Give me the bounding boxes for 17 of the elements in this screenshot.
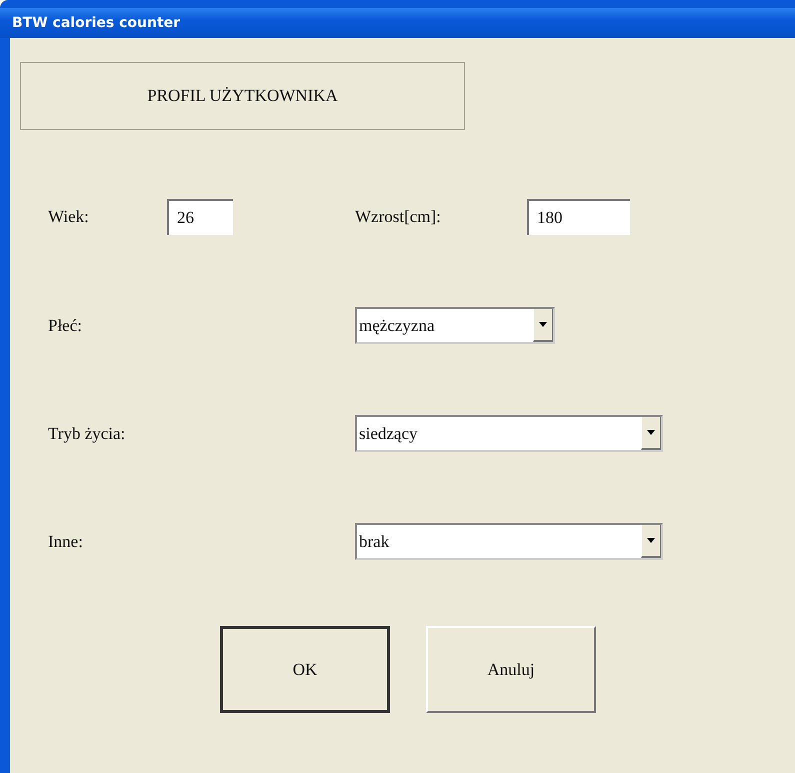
dropdown-arrow-icon xyxy=(647,538,655,543)
dropdown-arrow-icon xyxy=(539,322,547,327)
field-label: Inne: xyxy=(48,532,84,552)
field-label: Tryb życia: xyxy=(48,424,126,444)
dropdown-arrow-icon xyxy=(647,430,655,435)
field-label: Wiek: xyxy=(48,207,90,227)
section-header: PROFIL UŻYTKOWNIKA xyxy=(20,62,465,130)
dialog-button[interactable]: OK xyxy=(220,626,390,713)
field-label: Wzrost[cm]: xyxy=(355,207,442,227)
dialog-button[interactable]: Anuluj xyxy=(426,626,596,713)
dropdown[interactable]: siedzący xyxy=(355,415,663,452)
input-field[interactable]: 180 xyxy=(527,199,630,235)
dropdown[interactable]: brak xyxy=(355,523,663,560)
dropdown[interactable]: mężczyzna xyxy=(355,307,555,344)
field-label: Płeć: xyxy=(48,316,83,336)
window-title: BTW calories counter xyxy=(11,15,180,31)
input-field[interactable]: 26 xyxy=(167,199,233,235)
